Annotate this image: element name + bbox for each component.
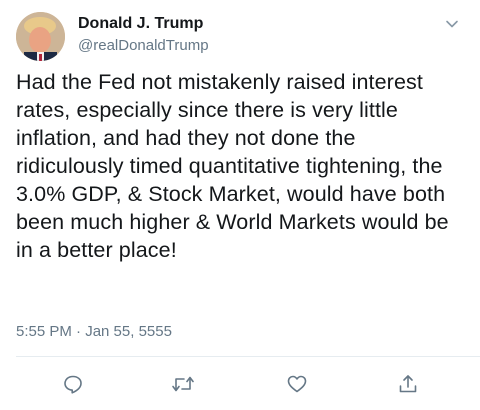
action-bar [0, 370, 480, 400]
retweet-icon [172, 376, 194, 392]
divider [16, 356, 480, 357]
avatar[interactable] [16, 12, 65, 61]
like-button[interactable] [283, 370, 311, 398]
tweet-text: Had the Fed not mistakenly raised intere… [16, 70, 449, 262]
display-name[interactable]: Donald J. Trump [78, 14, 209, 34]
heart-icon [287, 375, 307, 393]
user-handle[interactable]: @realDonaldTrump [78, 36, 209, 56]
share-button[interactable] [394, 370, 422, 398]
tweet-timestamp[interactable]: 5:55 PM · Jan 55, 5555 [16, 322, 172, 342]
author-names: Donald J. Trump @realDonaldTrump [78, 14, 209, 56]
retweet-button[interactable] [169, 370, 197, 398]
reply-button[interactable] [59, 370, 87, 398]
share-icon [399, 375, 417, 393]
tweet-header: Donald J. Trump @realDonaldTrump [16, 12, 464, 61]
tweet-card: Donald J. Trump @realDonaldTrump Had the… [0, 0, 480, 410]
reply-icon [64, 375, 82, 394]
chevron-down-icon[interactable] [444, 16, 460, 32]
